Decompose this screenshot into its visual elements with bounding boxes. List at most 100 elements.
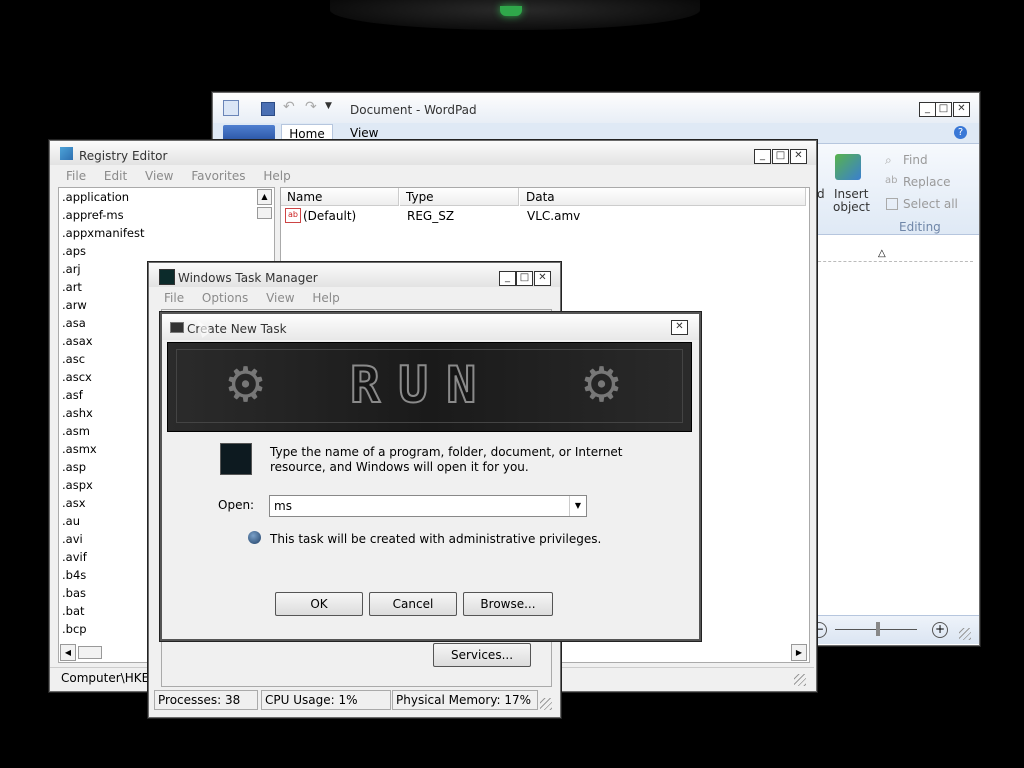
undo-icon[interactable]: ↶ <box>283 99 295 115</box>
wordpad-app-menu-button[interactable] <box>223 125 275 141</box>
tree-item[interactable]: .b4s <box>62 568 86 582</box>
registry-menu-file[interactable]: File <box>66 169 86 183</box>
tree-item[interactable]: .avif <box>62 550 87 564</box>
registry-menu-edit[interactable]: Edit <box>104 169 127 183</box>
wordpad-ruler[interactable]: △ <box>813 239 973 262</box>
tree-h-scrollbar-thumb[interactable] <box>78 646 102 659</box>
tree-item[interactable]: .arw <box>62 298 87 312</box>
tree-item[interactable]: .ashx <box>62 406 93 420</box>
taskmgr-close-button[interactable]: ✕ <box>534 271 551 286</box>
cancel-button[interactable]: Cancel <box>369 592 457 616</box>
wordpad-close-button[interactable]: ✕ <box>953 102 970 117</box>
taskmgr-menubar: File Options View Help <box>164 291 354 305</box>
tree-item[interactable]: .aps <box>62 244 86 258</box>
taskmgr-menu-options[interactable]: Options <box>202 291 248 305</box>
admin-privileges-note: This task will be created with administr… <box>270 532 602 546</box>
right-gear-icon: ⚙ <box>580 357 624 413</box>
run-app-icon <box>170 322 184 333</box>
help-icon[interactable]: ? <box>954 126 967 139</box>
tree-item[interactable]: .application <box>62 190 129 204</box>
select-all-button[interactable]: Select all <box>903 197 958 211</box>
registry-maximize-button[interactable]: □ <box>772 149 789 164</box>
tree-item[interactable]: .asx <box>62 496 86 510</box>
registry-value-type: REG_SZ <box>407 209 455 223</box>
tree-item[interactable]: .asp <box>62 460 86 474</box>
tree-item[interactable]: .ascx <box>62 370 92 384</box>
tree-item[interactable]: .appref-ms <box>62 208 124 222</box>
tree-item[interactable]: .asax <box>62 334 93 348</box>
physical-memory: Physical Memory: 17% <box>392 690 538 710</box>
taskmgr-maximize-button[interactable]: □ <box>516 271 533 286</box>
col-header-name[interactable]: Name <box>281 188 399 206</box>
open-input-value[interactable]: ms <box>274 499 292 513</box>
find-button[interactable]: Find <box>903 153 928 167</box>
tree-item[interactable]: .bat <box>62 604 85 618</box>
ruler-indent-marker[interactable]: △ <box>878 248 886 259</box>
insert-object-label-1[interactable]: Insert <box>834 187 868 201</box>
registry-menu-favorites[interactable]: Favorites <box>191 169 245 183</box>
wordpad-maximize-button[interactable]: □ <box>935 102 952 117</box>
tree-item[interactable]: .asc <box>62 352 85 366</box>
registry-minimize-button[interactable]: _ <box>754 149 771 164</box>
insert-object-label-2[interactable]: object <box>833 200 870 214</box>
insert-object-icon[interactable] <box>835 154 861 180</box>
redo-icon[interactable]: ↷ <box>305 99 317 115</box>
quick-access-dropdown-icon[interactable]: ▼ <box>325 101 332 111</box>
editing-group-label: Editing <box>899 220 941 234</box>
taskmgr-menu-help[interactable]: Help <box>312 291 339 305</box>
replace-icon[interactable]: ab <box>885 175 897 186</box>
banner-run-text: RUN <box>349 356 495 414</box>
open-combobox[interactable]: ms ▼ <box>269 495 587 517</box>
ribbon-fragment-label: d <box>817 187 825 201</box>
h-scroll-right-icon[interactable]: ▶ <box>791 644 807 661</box>
registry-resize-grip[interactable] <box>794 674 806 686</box>
zoom-in-icon[interactable]: + <box>932 622 948 638</box>
tree-item[interactable]: .aspx <box>62 478 93 492</box>
find-icon[interactable]: ⌕ <box>885 153 892 168</box>
tree-scroll-up-icon[interactable]: ▲ <box>257 189 272 205</box>
registry-status-path: Computer\HKEY <box>61 671 157 685</box>
tree-item[interactable]: .bas <box>62 586 86 600</box>
zoom-slider-thumb[interactable] <box>876 622 880 636</box>
ok-button[interactable]: OK <box>275 592 363 616</box>
registry-row[interactable]: ab (Default) REG_SZ VLC.amv <box>285 208 785 224</box>
taskmgr-menu-view[interactable]: View <box>266 291 294 305</box>
tree-item[interactable]: .asf <box>62 388 83 402</box>
create-new-task-dialog: Create New Task ✕ ⚙ ⚙ RUN Type the name … <box>160 312 701 641</box>
wordpad-minimize-button[interactable]: _ <box>919 102 936 117</box>
run-description-line1: Type the name of a program, folder, docu… <box>270 445 623 459</box>
save-icon[interactable] <box>261 102 275 116</box>
registry-close-button[interactable]: ✕ <box>790 149 807 164</box>
tree-item[interactable]: .au <box>62 514 80 528</box>
col-header-data[interactable]: Data <box>520 188 806 206</box>
wordpad-app-icon[interactable] <box>223 100 239 116</box>
col-header-type[interactable]: Type <box>400 188 519 206</box>
taskmgr-minimize-button[interactable]: _ <box>499 271 516 286</box>
tree-item[interactable]: .art <box>62 280 82 294</box>
services-button[interactable]: Services... <box>433 643 531 667</box>
tree-item[interactable]: .asm <box>62 424 90 438</box>
admin-shield-icon <box>248 531 261 544</box>
tree-item[interactable]: .asmx <box>62 442 97 456</box>
replace-button[interactable]: Replace <box>903 175 950 189</box>
taskmgr-menu-file[interactable]: File <box>164 291 184 305</box>
taskmgr-resize-grip[interactable] <box>540 698 552 710</box>
wordpad-resize-grip[interactable] <box>959 628 971 640</box>
tree-item[interactable]: .appxmanifest <box>62 226 144 240</box>
run-banner: ⚙ ⚙ RUN <box>167 342 692 432</box>
tree-item[interactable]: .asa <box>62 316 86 330</box>
tree-h-scroll-left-icon[interactable]: ◀ <box>60 644 76 661</box>
wordpad-title: Document - WordPad <box>350 103 477 117</box>
registry-menu-help[interactable]: Help <box>263 169 290 183</box>
tree-item[interactable]: .avi <box>62 532 83 546</box>
tab-view[interactable]: View <box>350 126 378 140</box>
run-close-button[interactable]: ✕ <box>671 320 688 335</box>
tree-item[interactable]: .arj <box>62 262 81 276</box>
registry-menu-view[interactable]: View <box>145 169 173 183</box>
open-dropdown-icon[interactable]: ▼ <box>569 496 586 516</box>
browse-button[interactable]: Browse... <box>463 592 553 616</box>
tree-scrollbar-thumb[interactable] <box>257 207 272 219</box>
registry-title: Registry Editor <box>79 149 168 163</box>
tree-item[interactable]: .bcp <box>62 622 87 636</box>
select-all-icon[interactable] <box>886 198 898 210</box>
